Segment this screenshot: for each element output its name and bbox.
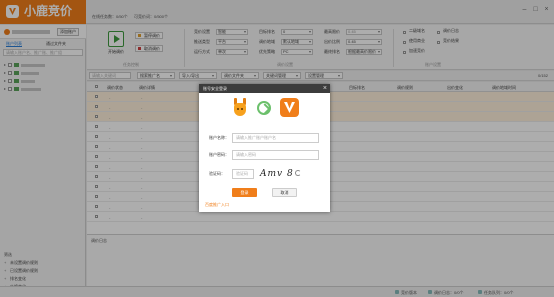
captcha-label: 验证码： xyxy=(209,171,225,176)
captcha-text: Amv 8 xyxy=(260,169,294,179)
dialog-header: 账号安全登录 × xyxy=(199,84,330,93)
brand-logo-icon xyxy=(280,98,299,117)
login-dialog: 账号安全登录 × 账户名称： 请输入推广账户账户名 账户密码： 请输入密码 验证… xyxy=(199,84,330,212)
refresh-icon[interactable] xyxy=(295,170,301,176)
captcha-input[interactable]: 验证码 xyxy=(232,169,254,179)
deer-mascot-icon xyxy=(231,98,249,116)
close-icon[interactable]: × xyxy=(323,84,327,93)
account-label: 账户名称： xyxy=(209,135,229,140)
deer-eye xyxy=(241,108,243,110)
deer-face xyxy=(234,103,246,116)
deer-eye xyxy=(237,108,239,110)
password-input[interactable]: 请输入密码 xyxy=(232,150,319,160)
captcha-image[interactable]: Amv 8 xyxy=(258,169,293,179)
dialog-title: 账号安全登录 xyxy=(203,86,227,91)
baidu-entry-link[interactable]: 百度推广入口 xyxy=(205,202,229,208)
login-button[interactable]: 登录 xyxy=(232,188,257,197)
account-input[interactable]: 请输入推广账户账户名 xyxy=(232,133,319,143)
password-label: 账户密码： xyxy=(209,152,229,157)
cancel-button[interactable]: 取消 xyxy=(272,188,297,197)
connect-arrows-icon xyxy=(257,101,271,115)
